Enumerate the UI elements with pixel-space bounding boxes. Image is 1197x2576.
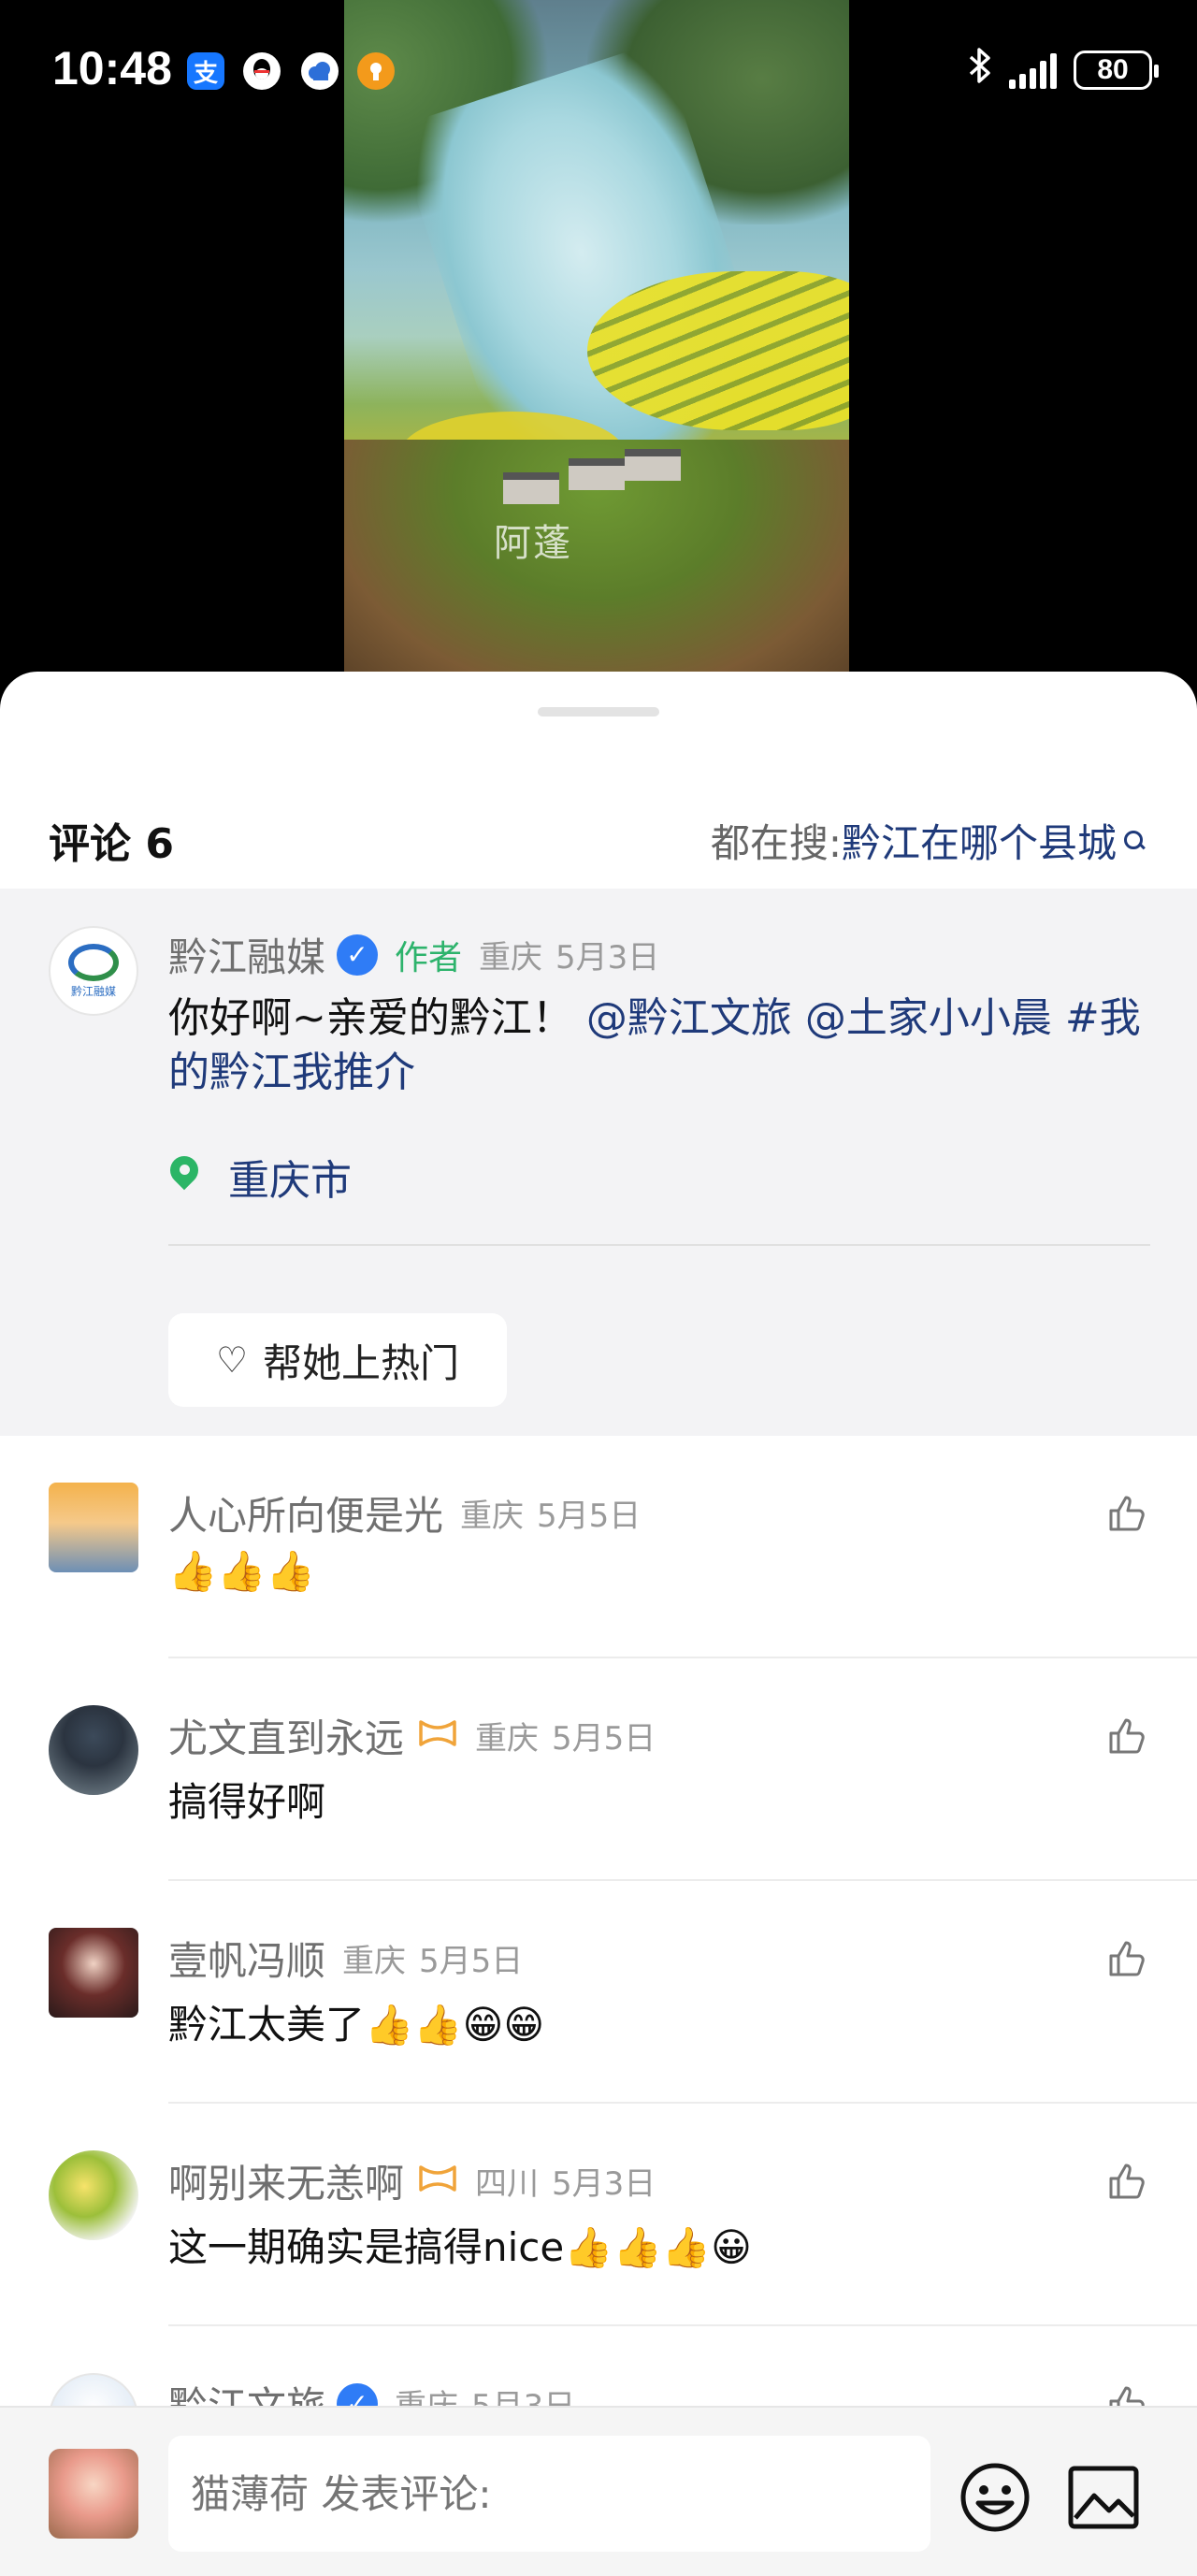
my-avatar[interactable]: [49, 2449, 138, 2539]
video-watermark: 阿蓬: [494, 522, 572, 565]
comment-meta: 啊别来无恙啊 四川 5月3日: [168, 2152, 656, 2209]
battery-indicator: 80: [1074, 50, 1159, 90]
qq-icon: [243, 52, 281, 90]
avatar[interactable]: [49, 1483, 138, 1572]
commenter-name[interactable]: 尤文直到永远: [168, 1707, 404, 1764]
comment-meta: 人心所向便是光 重庆 5月5日: [168, 1484, 641, 1541]
cloud-icon: [301, 52, 339, 90]
comment-text: 搞得好啊: [168, 1779, 326, 1825]
comment-location: 重庆: [342, 1943, 407, 1980]
comment-sheet: 评论 6 都在搜: 黔江在哪个县城 黔江融媒 黔江融媒 ✓ 作者 重庆 5月3日…: [0, 672, 1197, 2576]
video-scenery-house: [625, 449, 681, 481]
avatar[interactable]: [49, 1928, 138, 2018]
boost-button-label: 帮她上热门: [263, 1339, 460, 1386]
avatar[interactable]: 黔江融媒: [49, 926, 138, 1016]
emoji-icon[interactable]: [959, 2462, 1031, 2533]
author-post: 黔江融媒 黔江融媒 ✓ 作者 重庆 5月3日 你好啊~亲爱的黔江！ @黔江文旅 …: [0, 889, 1197, 1436]
media-logo-icon: [68, 943, 119, 981]
post-text: 你好啊~亲爱的黔江！ @黔江文旅 @土家小小晨 #我的黔江我推介: [168, 991, 1150, 1100]
comment-date: 5月5日: [552, 1720, 656, 1758]
comment-date: 5月5日: [419, 1943, 524, 1980]
comment-item[interactable]: 壹帆冯顺 重庆 5月5日 黔江太美了👍👍😁😁: [0, 1881, 1197, 2104]
media-logo-text: 黔江融媒: [70, 984, 116, 998]
trending-search-term[interactable]: 黔江在哪个县城: [842, 812, 1117, 869]
avatar[interactable]: [49, 1705, 138, 1795]
comment-date: 5月5日: [537, 1498, 642, 1535]
comment-item[interactable]: 啊别来无恙啊 四川 5月3日 这一期确实是搞得nice👍👍👍😀: [0, 2104, 1197, 2326]
drag-handle[interactable]: [538, 707, 659, 716]
comment-item[interactable]: 人心所向便是光 重庆 5月5日 👍👍👍: [0, 1436, 1197, 1658]
commenter-name[interactable]: 人心所向便是光: [168, 1484, 443, 1541]
status-time: 10:48: [52, 42, 172, 94]
post-location: 重庆: [479, 939, 543, 977]
comment-input-bar: [0, 2406, 1197, 2576]
comment-date: 5月3日: [552, 2165, 656, 2203]
verified-badge-icon: ✓: [337, 933, 379, 976]
vip-badge-icon: [417, 1715, 458, 1758]
like-icon[interactable]: [1105, 2158, 1150, 2203]
post-date: 5月3日: [555, 939, 660, 977]
video-scenery-house: [569, 458, 625, 490]
place-tag[interactable]: 重庆市: [168, 1147, 352, 1207]
trending-search-link[interactable]: 都在搜: 黔江在哪个县城: [711, 812, 1145, 869]
app-icon: [357, 52, 395, 90]
boost-popularity-button[interactable]: ♡ 帮她上热门: [168, 1313, 507, 1407]
comment-location: 四川: [475, 2165, 540, 2203]
status-indicators: 80: [968, 47, 1159, 93]
comment-sheet-header: 评论 6 都在搜: 黔江在哪个县城: [0, 765, 1197, 896]
status-bar: 10:48 支 80: [0, 0, 1197, 140]
like-icon[interactable]: [1105, 1935, 1150, 1980]
search-icon: [1124, 830, 1145, 851]
author-tag: 作者: [395, 938, 463, 977]
comment-text: 👍👍👍: [168, 1548, 315, 1594]
like-icon[interactable]: [1105, 1490, 1150, 1535]
comment-location: 重庆: [475, 1720, 540, 1758]
divider: [168, 1244, 1150, 1246]
alipay-icon: 支: [187, 52, 224, 90]
signal-icon: [1009, 51, 1057, 89]
place-name[interactable]: 重庆市: [228, 1147, 352, 1207]
bluetooth-icon: [968, 47, 992, 93]
post-text-body: 你好啊~亲爱的黔江！: [168, 994, 573, 1042]
comment-meta: 壹帆冯顺 重庆 5月5日: [168, 1930, 523, 1987]
trending-search-prefix: 都在搜:: [710, 820, 842, 866]
comment-input[interactable]: [168, 2436, 930, 2552]
comment-count-title: 评论 6: [49, 820, 174, 868]
commenter-name[interactable]: 壹帆冯顺: [168, 1930, 325, 1987]
comment-text: 黔江太美了👍👍😁😁: [168, 2002, 545, 2048]
video-scenery-house: [503, 472, 559, 504]
vip-badge-icon: [417, 2160, 458, 2203]
location-pin-icon: [168, 1156, 200, 1197]
comment-meta: 尤文直到永远 重庆 5月5日: [168, 1707, 656, 1764]
comment-text: 这一期确实是搞得nice👍👍👍😀: [168, 2224, 752, 2270]
comment-location: 重庆: [460, 1498, 525, 1535]
author-meta: 黔江融媒 ✓ 作者 重庆 5月3日: [168, 926, 659, 983]
commenter-name[interactable]: 啊别来无恙啊: [168, 2152, 404, 2209]
author-name[interactable]: 黔江融媒: [168, 926, 325, 983]
avatar[interactable]: [49, 2150, 138, 2240]
comment-item[interactable]: 尤文直到永远 重庆 5月5日 搞得好啊: [0, 1658, 1197, 1881]
image-icon[interactable]: [1068, 2466, 1139, 2529]
heart-icon: ♡: [215, 1339, 249, 1381]
like-icon[interactable]: [1105, 1713, 1150, 1758]
